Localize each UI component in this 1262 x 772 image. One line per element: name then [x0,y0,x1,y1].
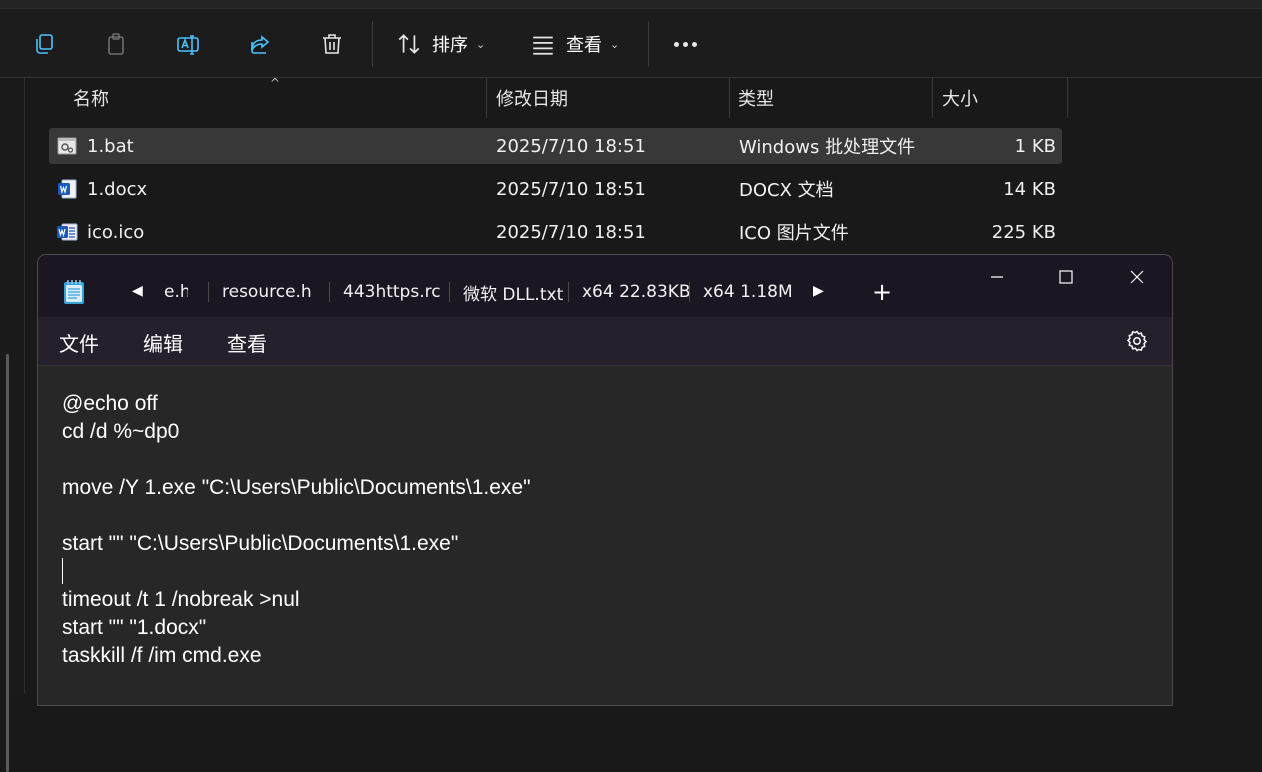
column-divider[interactable] [1067,78,1068,118]
file-size: 14 KB [1003,178,1056,200]
tab-separator [329,282,330,302]
file-modified: 2025/7/10 18:51 [496,135,646,157]
text-cursor [62,558,63,584]
menu-edit[interactable]: 编辑 [143,327,183,357]
text-line: cd /d %~dp0 [62,420,180,443]
toolbar-divider [648,21,649,67]
file-type: Windows 批处理文件 [739,137,916,158]
tab-1[interactable]: e.h [164,275,188,309]
minimize-icon[interactable] [962,255,1032,299]
word-document-icon [56,221,78,243]
tab-2[interactable]: resource.h [222,275,312,309]
menu-view[interactable]: 查看 [227,327,267,357]
sort-label: 排序 [432,35,468,56]
file-modified: 2025/7/10 18:51 [496,178,646,200]
file-row[interactable]: 1.docx 2025/7/10 18:51 DOCX 文档 14 KB [49,171,1062,207]
sort-icon [398,34,420,54]
tab-scroll-right-icon[interactable]: ▶ [813,283,824,299]
file-size: 1 KB [1014,135,1056,157]
word-document-icon [56,178,78,200]
tab-4[interactable]: 微软 DLL.txt [463,275,563,309]
tab-5[interactable]: x64 22.83KB [582,275,691,309]
file-type: ICO 图片文件 [739,223,849,244]
chevron-down-icon: ⌄ [610,37,620,51]
tab-separator [449,282,450,302]
sort-button[interactable]: 排序 ⌄ [396,31,485,57]
tab-3[interactable]: 443https.rc [343,275,441,309]
paste-icon[interactable] [101,29,131,59]
column-size[interactable]: 大小 [942,78,978,118]
file-name: 1.docx [87,178,148,200]
tab-separator [689,282,690,302]
text-line: @echo off [62,392,158,415]
batch-file-icon [56,135,78,157]
close-icon[interactable] [1102,255,1172,299]
view-label: 查看 [566,35,602,56]
column-divider[interactable] [729,78,730,118]
explorer-toolbar: 排序 ⌄ 查看 ⌄ [0,9,1262,78]
chevron-down-icon: ⌄ [476,37,486,51]
file-name: 1.bat [87,135,134,157]
text-line: timeout /t 1 /nobreak >nul [62,588,300,611]
file-row[interactable]: ico.ico 2025/7/10 18:51 ICO 图片文件 225 KB [49,214,1062,250]
share-icon[interactable] [245,29,275,59]
column-header: ^ 名称 修改日期 类型 大小 [48,76,1068,118]
text-line: move /Y 1.exe "C:\Users\Public\Documents… [62,476,531,499]
file-row[interactable]: 1.bat 2025/7/10 18:51 Windows 批处理文件 1 KB [49,128,1062,164]
maximize-icon[interactable] [1031,255,1101,299]
notepad-window: ◀ e.h resource.h 443https.rc 微软 DLL.txt … [37,254,1173,706]
text-line: start "" "C:\Users\Public\Documents\1.ex… [62,532,459,555]
view-icon [533,36,553,55]
file-name: ico.ico [87,221,145,243]
text-editor[interactable]: @echo off cd /d %~dp0 move /Y 1.exe "C:\… [38,365,1172,705]
notepad-app-icon [64,280,84,304]
view-button[interactable]: 查看 ⌄ [530,31,619,57]
explorer-top-strip [0,0,1262,9]
notepad-titlebar[interactable]: ◀ e.h resource.h 443https.rc 微软 DLL.txt … [38,255,1172,317]
column-name[interactable]: 名称 [73,78,109,118]
copy-icon[interactable] [29,29,59,59]
sort-ascending-icon: ^ [270,76,281,90]
file-size: 225 KB [991,221,1056,243]
column-divider[interactable] [932,78,933,118]
toolbar-divider [372,21,373,67]
text-line: start "" "1.docx" [62,616,207,639]
notepad-menubar: 文件 编辑 查看 [38,317,1172,365]
file-modified: 2025/7/10 18:51 [496,221,646,243]
more-icon[interactable] [670,31,700,57]
new-tab-icon[interactable]: + [872,277,892,307]
tab-scroll-left-icon[interactable]: ◀ [132,283,143,299]
delete-icon[interactable] [317,29,347,59]
navigation-scrollbar[interactable] [6,354,9,772]
column-modified[interactable]: 修改日期 [496,78,568,118]
file-type: DOCX 文档 [739,180,834,201]
navigation-pane [0,78,25,772]
tab-separator [568,282,569,302]
column-type[interactable]: 类型 [738,78,774,118]
tab-separator [208,282,209,302]
rename-icon[interactable] [173,29,203,59]
menu-file[interactable]: 文件 [59,327,99,357]
text-line: taskkill /f /im cmd.exe [62,644,262,667]
tab-6[interactable]: x64 1.18MB [703,275,791,309]
column-divider[interactable] [486,78,487,118]
settings-gear-icon[interactable] [1125,329,1149,353]
